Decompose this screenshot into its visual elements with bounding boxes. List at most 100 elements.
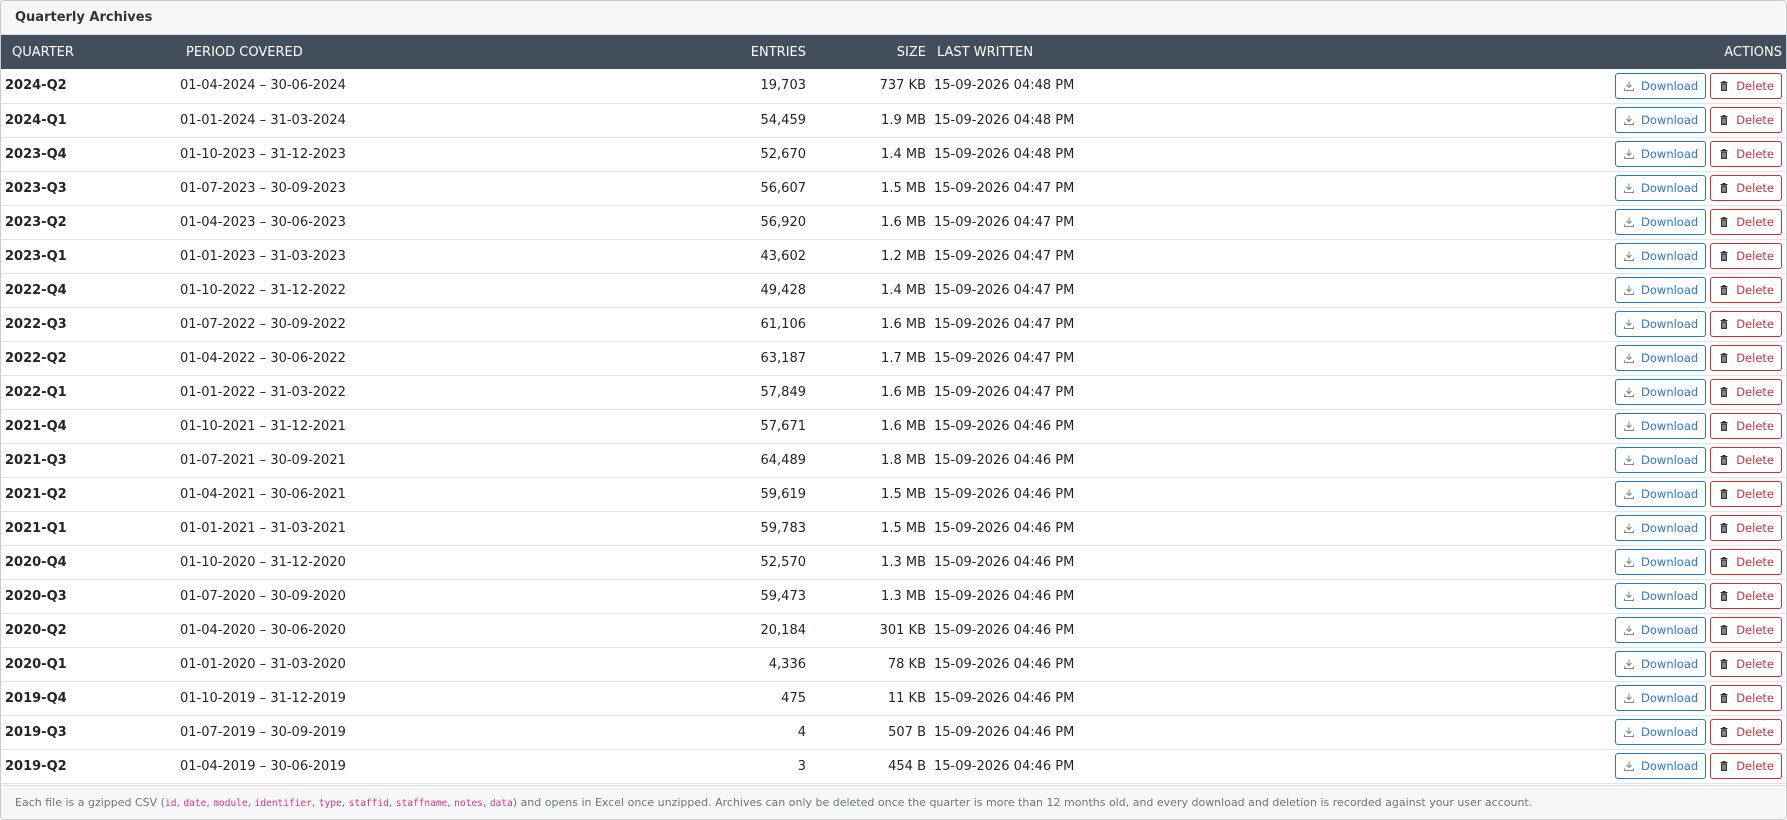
- delete-button[interactable]: Delete: [1710, 345, 1782, 371]
- delete-button[interactable]: Delete: [1710, 481, 1782, 507]
- cell-size: 1.5 MB: [810, 171, 930, 206]
- delete-button[interactable]: Delete: [1710, 311, 1782, 337]
- cell-last-written: 15-09-2026 04:47 PM: [930, 239, 1130, 274]
- footer-separator: ,: [311, 796, 319, 809]
- download-button[interactable]: Download: [1615, 685, 1707, 711]
- download-button[interactable]: Download: [1615, 209, 1707, 235]
- download-icon: [1623, 352, 1635, 364]
- column-header-last-written: LAST WRITTEN: [937, 44, 1034, 60]
- cell-size: 1.5 MB: [810, 511, 930, 546]
- download-button[interactable]: Download: [1615, 583, 1707, 609]
- cell-size: 1.3 MB: [810, 579, 930, 614]
- download-button[interactable]: Download: [1615, 413, 1707, 439]
- trash-icon: [1718, 352, 1730, 364]
- delete-button[interactable]: Delete: [1710, 651, 1782, 677]
- cell-size: 1.2 MB: [810, 239, 930, 274]
- download-icon: [1623, 216, 1635, 228]
- delete-button[interactable]: Delete: [1710, 379, 1782, 405]
- download-button-label: Download: [1641, 691, 1699, 705]
- trash-icon: [1718, 556, 1730, 568]
- cell-entries: 59,619: [476, 477, 810, 512]
- cell-quarter: 2020-Q2: [1, 613, 176, 648]
- cell-size: 301 KB: [810, 613, 930, 648]
- delete-button[interactable]: Delete: [1710, 277, 1782, 303]
- download-button[interactable]: Download: [1615, 72, 1707, 99]
- cell-period: 01-07-2022 – 30-09-2022: [176, 307, 476, 342]
- delete-button[interactable]: Delete: [1710, 447, 1782, 473]
- download-button[interactable]: Download: [1615, 107, 1707, 133]
- delete-button[interactable]: Delete: [1710, 515, 1782, 541]
- cell-entries: 59,473: [476, 579, 810, 614]
- download-button[interactable]: Download: [1615, 277, 1707, 303]
- table-row: 2022-Q1 01-01-2022 – 31-03-2022 57,849 1.6 …: [1, 375, 1786, 410]
- download-button-label: Download: [1641, 657, 1699, 671]
- delete-button-label: Delete: [1736, 521, 1774, 535]
- download-button[interactable]: Download: [1615, 719, 1707, 745]
- cell-period: 01-04-2023 – 30-06-2023: [176, 205, 476, 240]
- download-button[interactable]: Download: [1615, 447, 1707, 473]
- download-button[interactable]: Download: [1615, 549, 1707, 575]
- cell-actions: Download Delete: [1130, 545, 1786, 580]
- cell-period: 01-01-2021 – 31-03-2021: [176, 511, 476, 546]
- delete-button-label: Delete: [1736, 181, 1774, 195]
- cell-size: 1.6 MB: [810, 409, 930, 444]
- download-button[interactable]: Download: [1615, 617, 1707, 643]
- delete-button[interactable]: Delete: [1710, 107, 1782, 133]
- delete-button[interactable]: Delete: [1710, 753, 1782, 779]
- cell-period: 01-07-2023 – 30-09-2023: [176, 171, 476, 206]
- download-button[interactable]: Download: [1615, 141, 1707, 167]
- download-button-label: Download: [1641, 283, 1699, 297]
- download-button[interactable]: Download: [1615, 379, 1707, 405]
- download-icon: [1623, 624, 1635, 636]
- delete-button[interactable]: Delete: [1710, 719, 1782, 745]
- delete-button[interactable]: Delete: [1710, 549, 1782, 575]
- delete-button[interactable]: Delete: [1710, 617, 1782, 643]
- delete-button[interactable]: Delete: [1710, 413, 1782, 439]
- download-button[interactable]: Download: [1615, 515, 1707, 541]
- download-icon: [1623, 488, 1635, 500]
- table-row: 2024-Q1 01-01-2024 – 31-03-2024 54,459 1.9 …: [1, 103, 1786, 138]
- cell-size: 1.9 MB: [810, 103, 930, 138]
- download-button[interactable]: Download: [1615, 481, 1707, 507]
- download-button[interactable]: Download: [1615, 651, 1707, 677]
- download-button[interactable]: Download: [1615, 753, 1707, 779]
- cell-quarter: 2020-Q3: [1, 579, 176, 614]
- cell-entries: 49,428: [476, 273, 810, 308]
- download-button-label: Download: [1641, 181, 1699, 195]
- delete-button[interactable]: Delete: [1710, 685, 1782, 711]
- cell-quarter: 2022-Q3: [1, 307, 176, 342]
- cell-size: 1.6 MB: [810, 375, 930, 410]
- cell-last-written: 15-09-2026 04:47 PM: [930, 375, 1130, 410]
- download-icon: [1623, 760, 1635, 772]
- footer-field-name: staffname: [395, 798, 448, 809]
- cell-entries: 61,106: [476, 307, 810, 342]
- cell-last-written: 15-09-2026 04:48 PM: [930, 69, 1130, 104]
- trash-icon: [1718, 80, 1730, 92]
- download-button[interactable]: Download: [1615, 311, 1707, 337]
- delete-button[interactable]: Delete: [1710, 243, 1782, 269]
- download-icon: [1623, 182, 1635, 194]
- delete-button-label: Delete: [1736, 78, 1774, 93]
- delete-button[interactable]: Delete: [1710, 583, 1782, 609]
- download-button[interactable]: Download: [1615, 345, 1707, 371]
- cell-entries: 54,459: [476, 103, 810, 138]
- cell-last-written: 15-09-2026 04:46 PM: [930, 749, 1130, 784]
- cell-quarter: 2023-Q1: [1, 239, 176, 274]
- trash-icon: [1718, 692, 1730, 704]
- download-icon: [1623, 80, 1635, 92]
- delete-button[interactable]: Delete: [1710, 209, 1782, 235]
- download-icon: [1623, 148, 1635, 160]
- delete-button[interactable]: Delete: [1710, 72, 1782, 99]
- delete-button-label: Delete: [1736, 385, 1774, 399]
- download-button[interactable]: Download: [1615, 243, 1707, 269]
- cell-actions: Download Delete: [1130, 273, 1786, 308]
- download-button[interactable]: Download: [1615, 175, 1707, 201]
- delete-button-label: Delete: [1736, 725, 1774, 739]
- cell-size: 11 KB: [810, 681, 930, 716]
- download-icon: [1623, 250, 1635, 262]
- trash-icon: [1718, 386, 1730, 398]
- delete-button[interactable]: Delete: [1710, 175, 1782, 201]
- delete-button[interactable]: Delete: [1710, 141, 1782, 167]
- cell-last-written: 15-09-2026 04:47 PM: [930, 307, 1130, 342]
- download-button-label: Download: [1641, 487, 1699, 501]
